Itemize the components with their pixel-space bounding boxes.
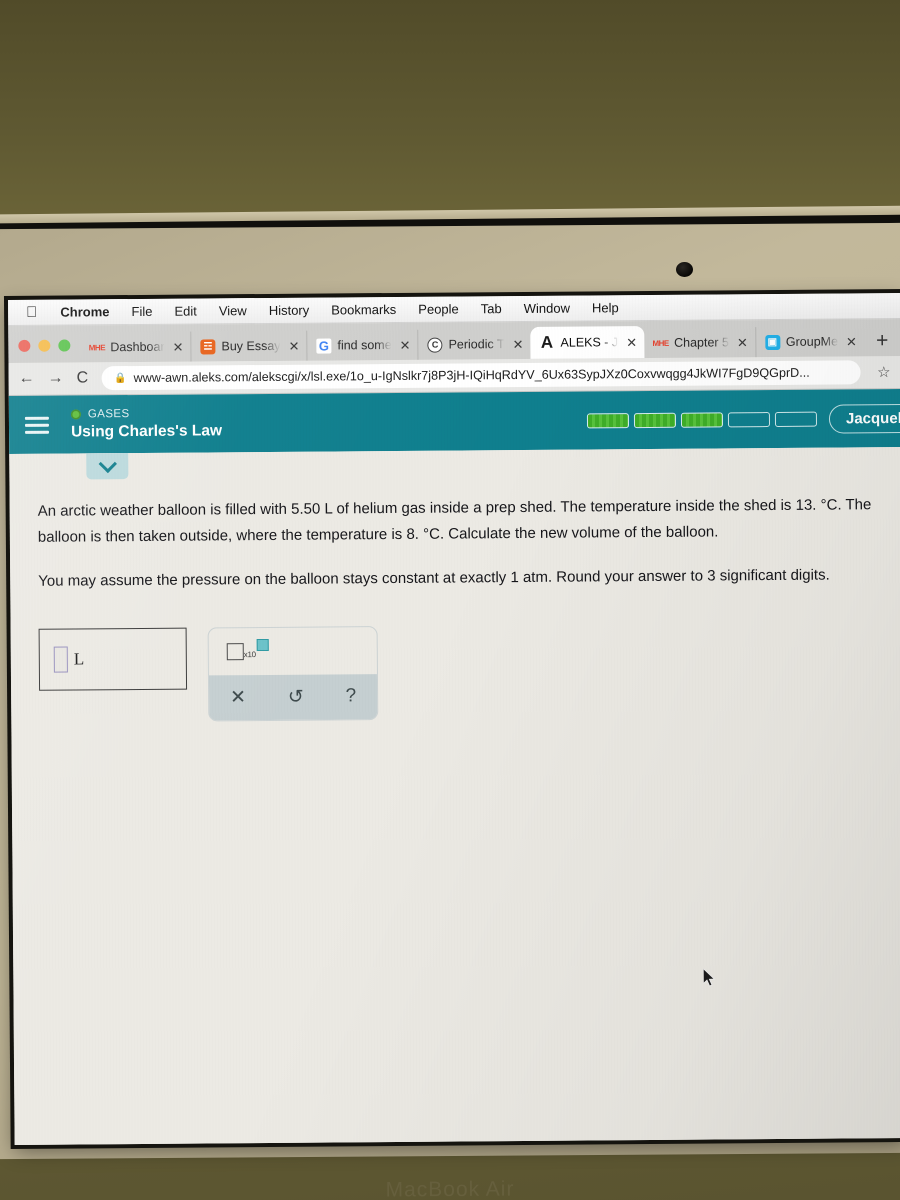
browser-tab-buy-essay[interactable]: ☲ Buy Essay ✕ [190,330,307,362]
close-tab-icon[interactable]: ✕ [171,339,184,354]
user-name-label: Jacqueli [845,409,900,428]
help-icon[interactable]: ? [346,686,357,708]
page-title: Using Charles's Law [70,421,223,441]
browser-tab-strip: MHE Dashboar ✕ ☲ Buy Essay ✕ G find some… [8,318,900,363]
close-window-button[interactable] [18,339,31,352]
hamburger-icon[interactable] [24,416,50,434]
progress-segment [680,412,724,428]
laptop-screen:  Chrome File Edit View History Bookmark… [8,292,900,1145]
close-tab-icon[interactable]: ✕ [511,336,524,351]
tab-label: Dashboar [110,339,165,355]
undo-icon[interactable]: ↺ [288,685,304,708]
progress-segment [586,413,630,429]
browser-tab-periodic-table[interactable]: C Periodic T ✕ [417,328,531,360]
close-tab-icon[interactable]: ✕ [286,338,299,353]
question-paragraph-1: An arctic weather balloon is filled with… [37,496,872,547]
answer-toolbar-bottom: ✕ ↺ ? [208,673,378,721]
answer-input[interactable]: L [38,627,188,691]
groupme-icon: ▣ [764,334,780,350]
apple-logo-icon[interactable]:  [22,304,49,321]
answer-toolbar-top: x10 [209,627,377,675]
question-text: An arctic weather balloon is filled with… [37,447,874,594]
tab-label: Periodic T [448,337,505,352]
menu-item-window[interactable]: Window [513,301,581,317]
menu-item-tab[interactable]: Tab [470,301,513,316]
google-icon: G [316,337,332,354]
minimize-window-button[interactable] [38,339,51,352]
x10-label: x10 [243,649,256,659]
aleks-icon: A [540,332,554,352]
answer-toolbar: x10 ✕ ↺ ? [207,625,379,722]
tab-label: Buy Essay [221,338,281,354]
answer-area: L x10 ✕ ↺ ? [38,622,876,723]
chevron-down-icon [98,454,117,473]
collapse-panel-button[interactable] [86,453,129,480]
menu-item-bookmarks[interactable]: Bookmarks [320,302,407,318]
aleks-header: GASES Using Charles's Law Jacqueli [8,388,900,454]
exponent-box-icon [256,638,269,651]
forward-icon[interactable]: → [48,370,64,387]
wall-background [0,0,900,222]
menu-item-chrome[interactable]: Chrome [49,304,120,320]
browser-tab-groupme[interactable]: ▣ GroupMe ✕ [754,326,865,358]
close-tab-icon[interactable]: ✕ [624,335,637,350]
browser-tab-dashboard[interactable]: MHE Dashboar ✕ [80,332,190,363]
clear-icon[interactable]: ✕ [230,686,246,709]
menu-item-help[interactable]: Help [581,300,630,315]
new-tab-button[interactable]: + [864,329,900,356]
question-panel: An arctic weather balloon is filled with… [9,446,900,1145]
mcgraw-hill-icon: MHE [652,338,669,348]
mantissa-box-icon [226,642,244,661]
progress-segment [774,411,818,427]
answer-placeholder-slot[interactable] [53,646,68,673]
back-icon[interactable]: ← [19,370,35,387]
copyright-icon: C [427,337,443,353]
window-controls [14,339,80,363]
user-menu-button[interactable]: Jacqueli [828,403,900,434]
scientific-notation-button[interactable]: x10 [226,638,269,661]
question-paragraph-2: You may assume the pressure on the ballo… [38,566,830,590]
menu-item-view[interactable]: View [208,303,258,318]
bookmark-star-icon[interactable]: ☆ [873,363,891,381]
essay-icon: ☲ [200,338,216,354]
maximize-window-button[interactable] [58,339,71,352]
close-tab-icon[interactable]: ✕ [735,335,748,350]
webcam-icon [676,262,693,277]
browser-tab-find-some[interactable]: G find some ✕ [306,329,418,361]
progress-indicator [586,411,818,429]
lock-icon: 🔒 [114,372,127,384]
tab-label: ALEKS - J [560,335,619,350]
browser-tab-chapter-5[interactable]: MHE Chapter 5 ✕ [644,327,755,358]
tab-label: GroupMe [785,334,839,349]
answer-unit-label: L [73,649,85,669]
address-bar[interactable]: 🔒 www-awn.aleks.com/alekscgi/x/lsl.exe/1… [101,360,861,391]
tab-label: Chapter 5 [674,335,730,350]
topic-label: GASES [87,407,130,420]
topic-status-icon [70,408,81,420]
browser-tab-aleks[interactable]: A ALEKS - J ✕ [530,326,645,359]
menu-item-file[interactable]: File [120,304,163,319]
url-text: www-awn.aleks.com/alekscgi/x/lsl.exe/1o_… [133,365,810,386]
menu-item-edit[interactable]: Edit [163,303,208,319]
tab-label: find some [337,337,392,353]
progress-segment [633,412,677,429]
progress-segment [727,412,771,428]
close-tab-icon[interactable]: ✕ [398,337,411,352]
mcgraw-hill-icon: MHE [88,342,106,352]
menu-item-history[interactable]: History [258,303,321,318]
reload-icon[interactable]: C [77,369,89,386]
mouse-cursor-icon [703,968,716,987]
close-tab-icon[interactable]: ✕ [844,334,857,349]
menu-item-people[interactable]: People [407,301,470,316]
